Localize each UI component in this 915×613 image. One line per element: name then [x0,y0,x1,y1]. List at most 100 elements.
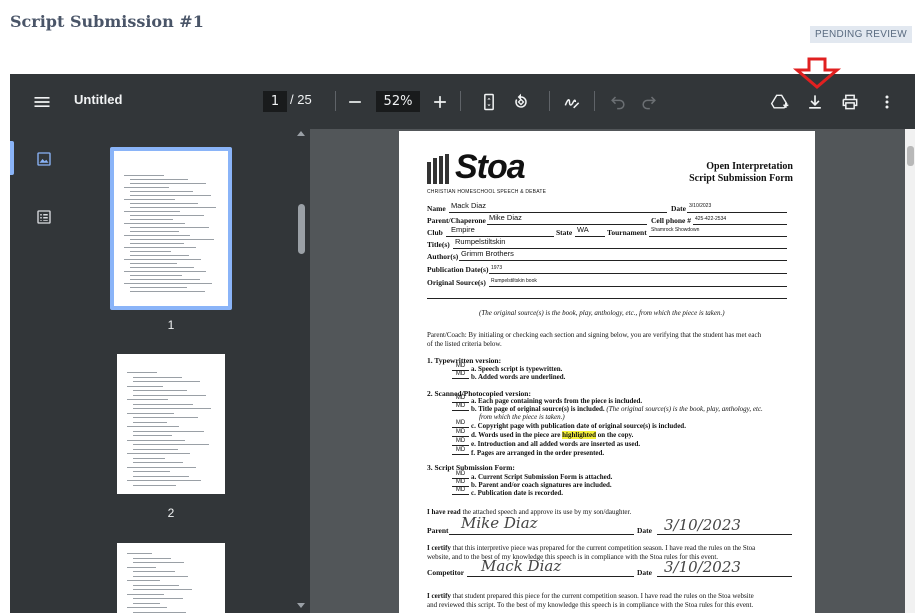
undo-icon[interactable] [605,89,631,115]
field-value-state: WA [577,225,589,234]
thumbnail-text-line [127,466,196,468]
thumbnail-number: 1 [167,318,175,332]
document-title: Untitled [74,92,123,107]
thumbnail-text-line [133,403,193,405]
thumbnail-text-line [133,457,165,459]
field-label: Club [427,228,443,237]
sidebar-scrollbar[interactable] [298,204,305,254]
field-label: Tournament [607,228,647,237]
thumbnail-text-line [130,191,194,192]
page-thumbnail-2[interactable] [117,354,225,494]
parent-signature: Mike Diaz [461,514,538,532]
thumbnails-icon[interactable] [32,147,56,171]
more-vert-icon[interactable] [874,89,900,115]
download-annotation-arrow-icon [792,57,842,89]
stoa-logo: Stoa [455,148,526,186]
outline-icon[interactable] [32,205,56,229]
thumbnail-text-line [124,199,175,200]
thumbnail-text-line [130,275,182,276]
thumbnail-text-line [133,417,198,418]
scroll-up-arrow[interactable] [297,131,305,136]
zoom-in-icon[interactable] [427,89,453,115]
main-scrollbar[interactable] [907,146,914,166]
menu-icon[interactable] [29,89,55,115]
field-label: Original Source(s) [427,278,486,287]
print-icon[interactable] [837,89,863,115]
thumbnail-text-line [133,575,188,577]
pdf-toolbar: Untitled 1 / 25 52% [10,74,915,129]
zoom-input[interactable]: 52% [376,91,420,112]
thumbnail-text-line [133,421,167,423]
page-number-input[interactable]: 1 [263,91,287,112]
initials: MD [452,479,469,488]
signature-label: Competitor [427,568,465,577]
form-subtitle: Script Submission Form [689,173,793,184]
thumbnail-text-line [130,215,204,216]
certify-bold: I certify [427,544,451,552]
initials: MD [452,420,469,429]
thumbnail-text-line [124,259,201,260]
field-label: Parent/Chaperone [427,216,486,225]
thumbnail-text-line [130,183,206,184]
thumbnail-text-line [127,372,157,373]
field-value-tournament: Shamrock Showdown [651,227,700,233]
thumbnail-text-line [127,439,185,441]
page-thumbnail-3[interactable] [117,543,225,613]
thumbnail-text-line [133,381,200,382]
thumbnail-text-line [130,179,188,180]
field-label: Date [671,204,686,213]
checklist-item: f. Pages are arranged in the order prese… [471,449,605,457]
signature-label: Parent [427,526,449,535]
certify-text: and reviewed this script. To the best of… [427,601,754,609]
thumbnail-text-line [133,376,182,378]
signature-label: Date [637,526,652,535]
thumbnail-text-line [127,480,201,481]
thumbnail-text-line [133,390,187,391]
toolbar-divider [594,91,595,111]
redo-icon[interactable] [636,89,662,115]
thumbnail-text-line [133,602,161,604]
stoa-logo-columns [427,154,455,184]
field-value-cell: 425-422-2534 [695,216,727,222]
thumbnail-text-line [133,408,211,409]
thumbnail-text-line [133,471,170,472]
field-value-name: Mack Diaz [451,201,487,210]
zoom-out-icon[interactable] [342,89,368,115]
thumbnail-text-line [127,453,190,454]
thumbnail-text-line [133,462,183,463]
thumbnail-text-line [133,611,187,613]
field-label: Cell phone # [651,216,692,225]
initials: MD [452,438,469,447]
checklist-note: from which the piece is taken.) [479,413,565,421]
thumbnail-text-line [133,435,172,436]
thumbnail-text-line [130,239,215,240]
active-tab-indicator [10,141,14,175]
page-thumbnail-1[interactable] [114,151,228,306]
field-label: Author(s) [427,252,459,261]
main-scrollbar-track[interactable] [905,129,915,613]
fit-page-icon[interactable] [476,89,502,115]
field-value-authors: Grimm Brothers [461,249,514,258]
initials: MD [452,471,469,480]
page-title: Script Submission #1 [10,12,204,31]
thumbnail-text-line [130,263,177,264]
certify-text: that student prepared this piece for the… [452,592,754,600]
save-to-drive-icon[interactable] [767,89,793,115]
scroll-down-arrow[interactable] [297,603,305,608]
thumbnail-text-line [130,243,184,244]
thumbnail-text-line [133,557,171,559]
rotate-icon[interactable] [508,89,534,115]
highlighted-word: highlighted [562,431,596,439]
thumbnail-text-line [127,593,164,595]
field-value-parent: Mike Diaz [489,213,522,222]
annotate-icon[interactable] [559,89,585,115]
field-value-titles: Rumpelstiltskin [455,237,506,246]
download-icon[interactable] [802,89,828,115]
thumbnail-text-line [127,553,152,554]
signature-label: Date [637,568,652,577]
intro-text: Parent/Coach: By initialing or checking … [427,331,762,339]
read-bold: I have read [427,508,461,516]
initials: MD [452,371,469,380]
thumbnail-text-line [124,187,170,188]
thumbnail-text-line [124,175,164,176]
